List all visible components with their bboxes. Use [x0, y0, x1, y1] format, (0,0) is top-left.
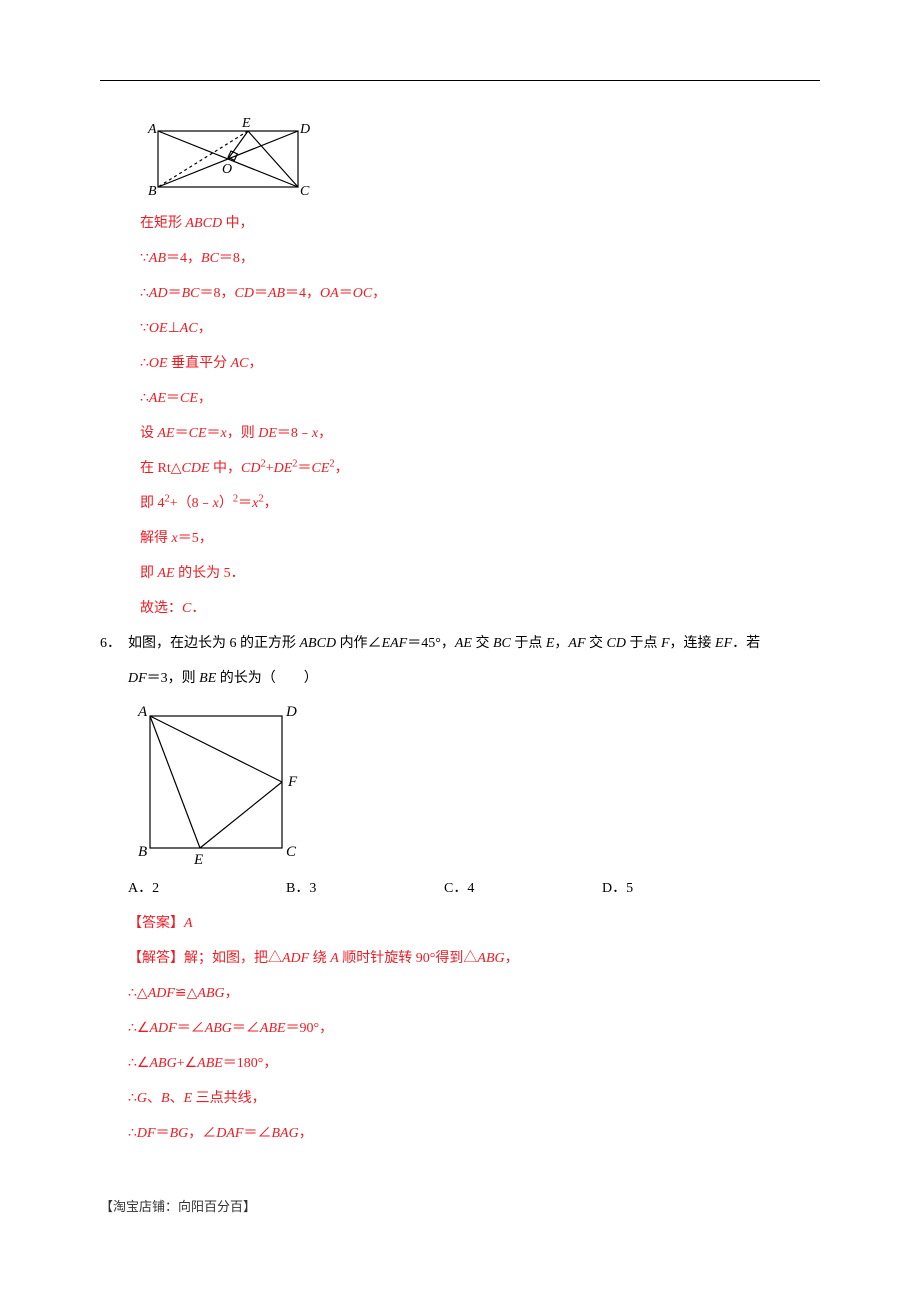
sol5-line: 在矩形 ABCD 中， [140, 206, 800, 241]
question-line2: DF＝3，则 BE 的长为（ ） [128, 661, 820, 696]
sol5-line: 即 AE 的长为 5． [140, 556, 800, 591]
svg-text:C: C [286, 844, 297, 860]
svg-text:O: O [222, 162, 232, 177]
sol5-line: 解得 x＝5， [140, 521, 800, 556]
sol5-line: ∴OE 垂直平分 AC， [140, 346, 800, 381]
sol6-line: 【解答】解；如图，把△ADF 绕 A 顺时针旋转 90°得到△ABG， [128, 941, 820, 976]
svg-text:D: D [285, 704, 297, 720]
sol6-line: 【答案】A [128, 906, 820, 941]
diagram-6: A B C D E F [128, 696, 820, 871]
sol6-line: ∴DF＝BG，∠DAF＝∠BAG， [128, 1116, 820, 1151]
horizontal-rule [100, 80, 820, 81]
svg-text:E: E [193, 852, 203, 868]
sol5-line: 故选：C． [140, 591, 800, 626]
question-line1: 如图，在边长为 6 的正方形 ABCD 内作∠EAF＝45°，AE 交 BC 于… [128, 626, 760, 661]
diagram-5: A B C D E O [140, 111, 800, 206]
sol6-line: ∴△ADF≌△ABG， [128, 976, 820, 1011]
svg-text:E: E [241, 116, 251, 131]
choice-row: A．2 B．3 C．4 D．5 [128, 871, 800, 906]
svg-text:D: D [299, 122, 310, 137]
choice-c: C．4 [444, 871, 602, 906]
svg-text:B: B [138, 844, 147, 860]
choice-b: B．3 [286, 871, 444, 906]
sol5-line: 即 42+（8﹣x）2＝x2， [140, 486, 800, 521]
sol5-line: ∴AD＝BC＝8，CD＝AB＝4，OA＝OC， [140, 276, 800, 311]
sol5-line: 设 AE＝CE＝x，则 DE＝8﹣x， [140, 416, 800, 451]
sol5-line: ∵OE⊥AC， [140, 311, 800, 346]
sol5-line: 在 Rt△CDE 中，CD2+DE2＝CE2， [140, 451, 800, 486]
svg-text:F: F [287, 774, 298, 790]
sol5-line: ∴AE＝CE， [140, 381, 800, 416]
sol6-line: ∴G、B、E 三点共线， [128, 1081, 820, 1116]
choice-a: A．2 [128, 871, 286, 906]
svg-text:C: C [300, 184, 310, 199]
sol5-line: ∵AB＝4，BC＝8， [140, 241, 800, 276]
svg-text:A: A [137, 704, 148, 720]
sol6-line: ∴∠ADF＝∠ABG＝∠ABE＝90°， [128, 1011, 820, 1046]
svg-text:B: B [148, 184, 157, 199]
question-number: 6． [100, 626, 128, 661]
svg-text:A: A [147, 122, 157, 137]
question-6-text: 6． 如图，在边长为 6 的正方形 ABCD 内作∠EAF＝45°，AE 交 B… [100, 626, 820, 696]
footer-note: 【淘宝店铺：向阳百分百】 [100, 1191, 800, 1224]
choice-d: D．5 [602, 871, 760, 906]
sol6-line: ∴∠ABG+∠ABE＝180°， [128, 1046, 820, 1081]
